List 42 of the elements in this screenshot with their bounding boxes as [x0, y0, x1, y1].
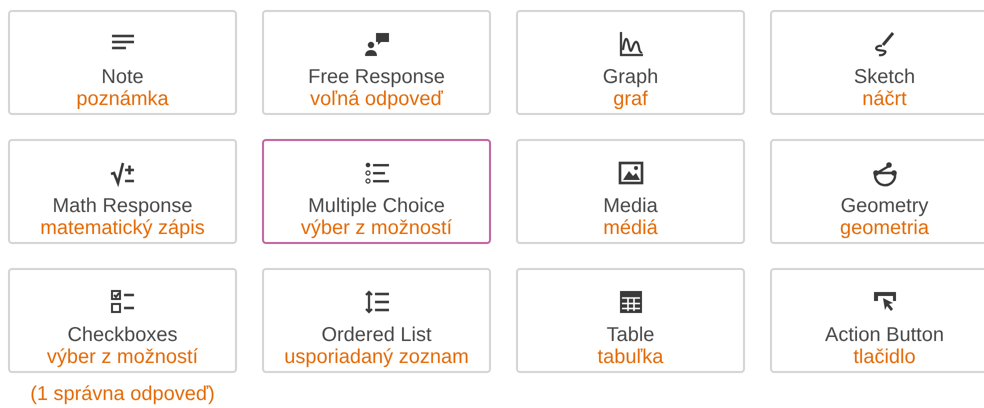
card-translation: médiá: [603, 217, 658, 239]
block-type-card[interactable]: Free Response voľná odpoveď: [262, 10, 491, 115]
card-translation: tabuľka: [598, 346, 664, 368]
sort-list-icon: [362, 288, 390, 316]
card-translation: voľná odpoveď: [310, 88, 443, 110]
footnote: (1 správna odpoveď): [30, 383, 215, 405]
card-translation: náčrt: [862, 88, 907, 110]
block-type-card[interactable]: Math Response matematický zápis: [8, 139, 237, 244]
block-type-card[interactable]: Action Button tlačidlo: [770, 268, 984, 373]
block-type-card[interactable]: Table tabuľka: [516, 268, 745, 373]
block-type-card[interactable]: Ordered List usporiadaný zoznam: [262, 268, 491, 373]
card-label: Ordered List: [321, 324, 432, 346]
card-label: Sketch: [854, 66, 916, 88]
card-translation: tlačidlo: [853, 346, 916, 368]
block-type-card[interactable]: Graph graf: [516, 10, 745, 115]
image-icon: [616, 159, 644, 187]
card-label: Media: [603, 195, 658, 217]
block-type-card[interactable]: Media médiá: [516, 139, 745, 244]
card-label: Note: [101, 66, 144, 88]
card-label: Action Button: [825, 324, 944, 346]
card-translation: výber z možností: [300, 217, 452, 239]
card-translation: poznámka: [76, 88, 169, 110]
card-label: Checkboxes: [67, 324, 178, 346]
block-type-card[interactable]: Note poznámka: [8, 10, 237, 115]
block-type-card[interactable]: Checkboxes výber z možností: [8, 268, 237, 373]
card-label: Math Response: [52, 195, 193, 217]
card-label: Multiple Choice: [308, 195, 445, 217]
card-label: Free Response: [308, 66, 445, 88]
card-label: Geometry: [840, 195, 928, 217]
card-label: Table: [606, 324, 654, 346]
card-translation: geometria: [840, 217, 929, 239]
circle-angle-icon: [870, 159, 898, 187]
card-translation: matematický zápis: [40, 217, 205, 239]
card-translation: graf: [613, 88, 648, 110]
block-type-card[interactable]: Multiple Choice výber z možností: [262, 139, 491, 244]
card-label: Graph: [602, 66, 658, 88]
card-translation: výber z možností: [46, 346, 198, 368]
checklist-icon: [108, 288, 136, 316]
person-speech-icon: [362, 30, 390, 58]
block-type-card[interactable]: Geometry geometria: [770, 139, 984, 244]
block-type-card[interactable]: Sketch náčrt: [770, 10, 984, 115]
card-translation: usporiadaný zoznam: [284, 346, 469, 368]
